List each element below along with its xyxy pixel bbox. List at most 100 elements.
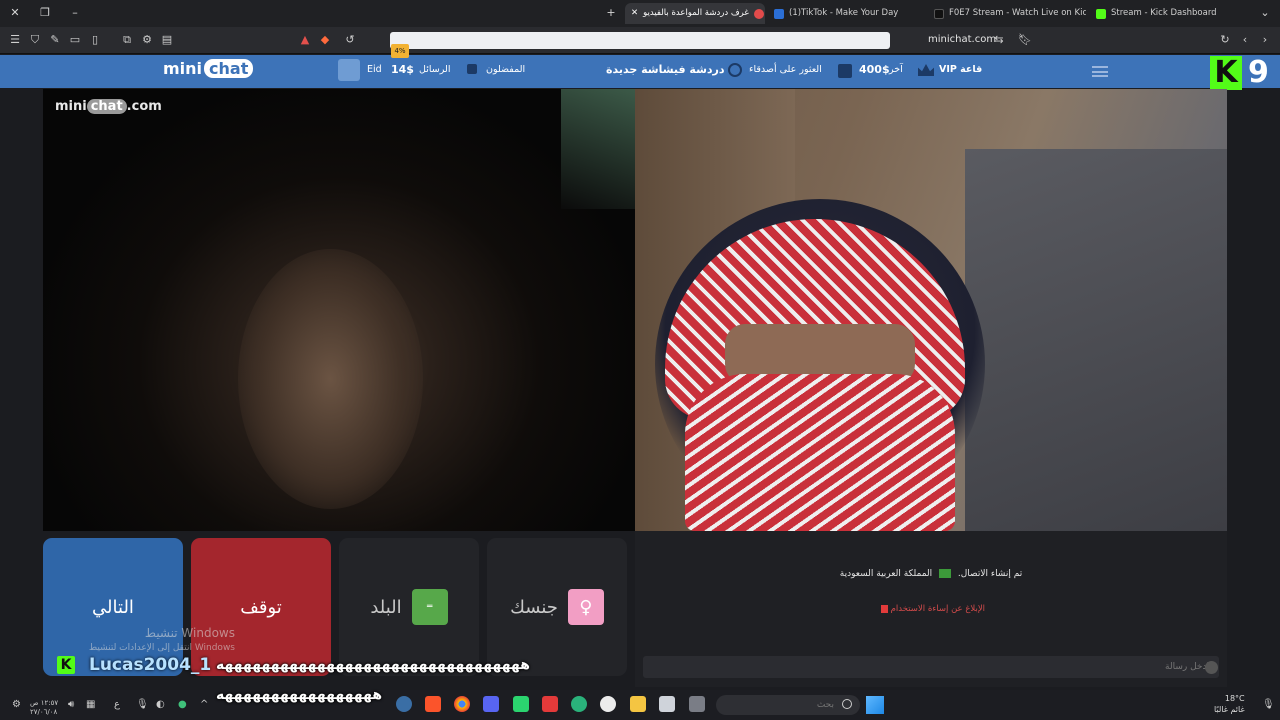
discord-app-icon[interactable]: [483, 696, 499, 712]
female-avatar-icon: ♀: [567, 589, 604, 625]
forward-icon[interactable]: ›: [1258, 33, 1272, 47]
start-button[interactable]: [866, 696, 884, 714]
recorder-app-icon[interactable]: [542, 696, 558, 712]
chrome-app-icon[interactable]: [454, 696, 470, 712]
brave-app-icon[interactable]: [425, 696, 441, 712]
nav-vip[interactable]: VIP قاعة: [939, 64, 982, 75]
menu-icon[interactable]: ☰: [8, 33, 22, 47]
kick-viewer-count: 9: [1248, 55, 1269, 90]
tiktok-favicon-icon: [774, 8, 784, 19]
kick-chat-message: هههههههههههههههههههههههههههههههههه: [216, 657, 530, 673]
search-icon: [728, 63, 742, 77]
pen-icon[interactable]: ✎: [48, 33, 62, 47]
user-name[interactable]: Eid: [367, 64, 382, 75]
taskbar-search-input[interactable]: [716, 695, 860, 715]
partner-video: mini chat .com: [43, 89, 635, 531]
microphone-icon[interactable]: 🎙︎: [136, 699, 149, 710]
nav-messages[interactable]: الرسائل: [419, 64, 450, 75]
nav-latest[interactable]: آخر: [889, 64, 903, 75]
self-video: [635, 89, 1227, 531]
brave-rewards-icon[interactable]: ▲: [298, 33, 312, 47]
close-window-icon[interactable]: ✕: [6, 5, 24, 21]
steam-icon[interactable]: ◐: [156, 699, 165, 710]
network-icon[interactable]: ▦: [86, 699, 95, 710]
screenshot-icon[interactable]: ⧉: [120, 33, 134, 47]
windows-activation-watermark: تنشيط Windows انتقل إلى الإعدادات لتنشيط…: [88, 626, 235, 653]
wallet-icon[interactable]: ▤: [160, 33, 174, 47]
weather-widget[interactable]: 18°C غائم غالبًا: [1214, 693, 1245, 715]
kick-chat-icon: K: [57, 656, 75, 674]
chat-panel: تم إنشاء الاتصال. المملكة العربية السعود…: [635, 531, 1227, 687]
balance-amount[interactable]: 14$: [391, 63, 414, 76]
recording-indicator-icon: [753, 8, 764, 19]
site-settings-icon[interactable]: ⇆: [992, 33, 1006, 47]
shield-icon[interactable]: ⛉: [28, 33, 42, 47]
minichat-watermark: mini chat .com: [55, 99, 162, 114]
partner-face: [238, 249, 423, 509]
chatgpt-app-icon[interactable]: [600, 696, 616, 712]
file-explorer-app-icon[interactable]: [630, 696, 646, 712]
report-flag-icon: [880, 604, 888, 613]
mic-tray-icon[interactable]: 🎙︎: [1262, 699, 1275, 710]
back-icon[interactable]: ‹: [1238, 33, 1252, 47]
new-tab-icon[interactable]: +: [602, 5, 620, 21]
close-tab-icon[interactable]: ✕: [631, 3, 638, 24]
store-app-icon[interactable]: [659, 696, 675, 712]
country-filter-button[interactable]: البلد ═: [339, 538, 479, 676]
site-header: mini chat Eid 14$ الرسائل المفضلون دردشة …: [0, 55, 1280, 88]
minimize-window-icon[interactable]: –: [66, 5, 84, 21]
load-progress-badge: 4%: [391, 44, 409, 58]
kick-studio-app-icon[interactable]: [513, 696, 529, 712]
chair-back: [965, 149, 1227, 531]
connection-status: تم إنشاء الاتصال. المملكة العربية السعود…: [839, 569, 1023, 579]
task-view-app-icon[interactable]: [689, 696, 705, 712]
chat-message-input[interactable]: [643, 656, 1219, 678]
browser-tab-strip: ✕ ❐ – Stream - Kick Dashboard F0E7 Strea…: [0, 0, 1280, 27]
emoji-icon[interactable]: [1205, 661, 1218, 674]
search-icon: [842, 699, 852, 709]
tab-kick-stream[interactable]: F0E7 Stream - Watch Live on Kick: [928, 3, 1086, 24]
refresh-icon[interactable]: ↻: [1218, 33, 1232, 47]
sidebar-icon[interactable]: ▯: [88, 33, 102, 47]
url-text[interactable]: minichat.com: [928, 34, 996, 45]
reload-icon[interactable]: ↺: [343, 33, 357, 47]
system-clock-left: ١٢:٥٧ ص ٢٧/٠٦/٠٨: [30, 699, 59, 716]
tab-tiktok[interactable]: (1)TikTok - Make Your Day: [768, 3, 922, 24]
restore-window-icon[interactable]: ❐: [36, 5, 54, 21]
tray-app-icon[interactable]: ●: [178, 699, 187, 710]
kick-chat-message-continued: هههههههههههههههههه: [216, 687, 383, 703]
tab-minichat[interactable]: ✕ غرف دردشة المواعدة بالفيديو: [625, 3, 765, 24]
nav-find-friends[interactable]: العثور على أصدقاء: [749, 64, 822, 75]
kick-favicon-icon: [934, 8, 944, 19]
background-light: [561, 89, 635, 209]
tab-search-icon[interactable]: ⌄: [1256, 5, 1274, 21]
nav-new-chat[interactable]: دردشة فيشاشة جديدة: [606, 63, 725, 76]
minichat-logo[interactable]: mini chat: [163, 59, 254, 78]
volume-icon[interactable]: 🔊︎: [68, 699, 74, 710]
omnibox[interactable]: [390, 32, 890, 49]
saudi-flag-icon: ═: [411, 589, 448, 625]
hamburger-menu-icon[interactable]: [1092, 66, 1108, 77]
bookmark-icon[interactable]: 🔖︎: [1018, 33, 1032, 47]
address-toolbar: ☰ ⛉ ✎ ▭ ▯ ⧉ ⚙ ▤ ▲ ◆ ↺ minichat.com ⇆ 🔖︎ …: [0, 27, 1280, 54]
report-abuse-link[interactable]: الإبلاغ عن إساءة الاستخدام: [635, 604, 1227, 614]
extensions-icon[interactable]: ⚙: [140, 33, 154, 47]
gender-filter-button[interactable]: جنسك ♀: [487, 538, 627, 676]
tab-kick-dashboard[interactable]: Stream - Kick Dashboard: [1090, 3, 1250, 24]
saudi-flag-icon: [939, 569, 952, 578]
brave-shields-icon[interactable]: ◆: [318, 33, 332, 47]
trophy-icon: [838, 64, 852, 78]
shemagh-face: [685, 374, 955, 531]
crown-icon: [918, 64, 934, 76]
nav-amount[interactable]: 400$: [859, 63, 890, 76]
gear-app-icon[interactable]: [396, 696, 412, 712]
language-icon[interactable]: ع: [114, 699, 120, 710]
show-hidden-icons[interactable]: ^: [200, 699, 208, 710]
tabs-icon[interactable]: ▭: [68, 33, 82, 47]
settings-icon[interactable]: ⚙: [12, 699, 21, 710]
avatar[interactable]: [338, 59, 360, 81]
stop-button[interactable]: توقف: [191, 538, 331, 676]
nav-favorites[interactable]: المفضلون: [486, 64, 525, 75]
heart-icon: [467, 64, 477, 74]
whatsapp-app-icon[interactable]: [571, 696, 587, 712]
